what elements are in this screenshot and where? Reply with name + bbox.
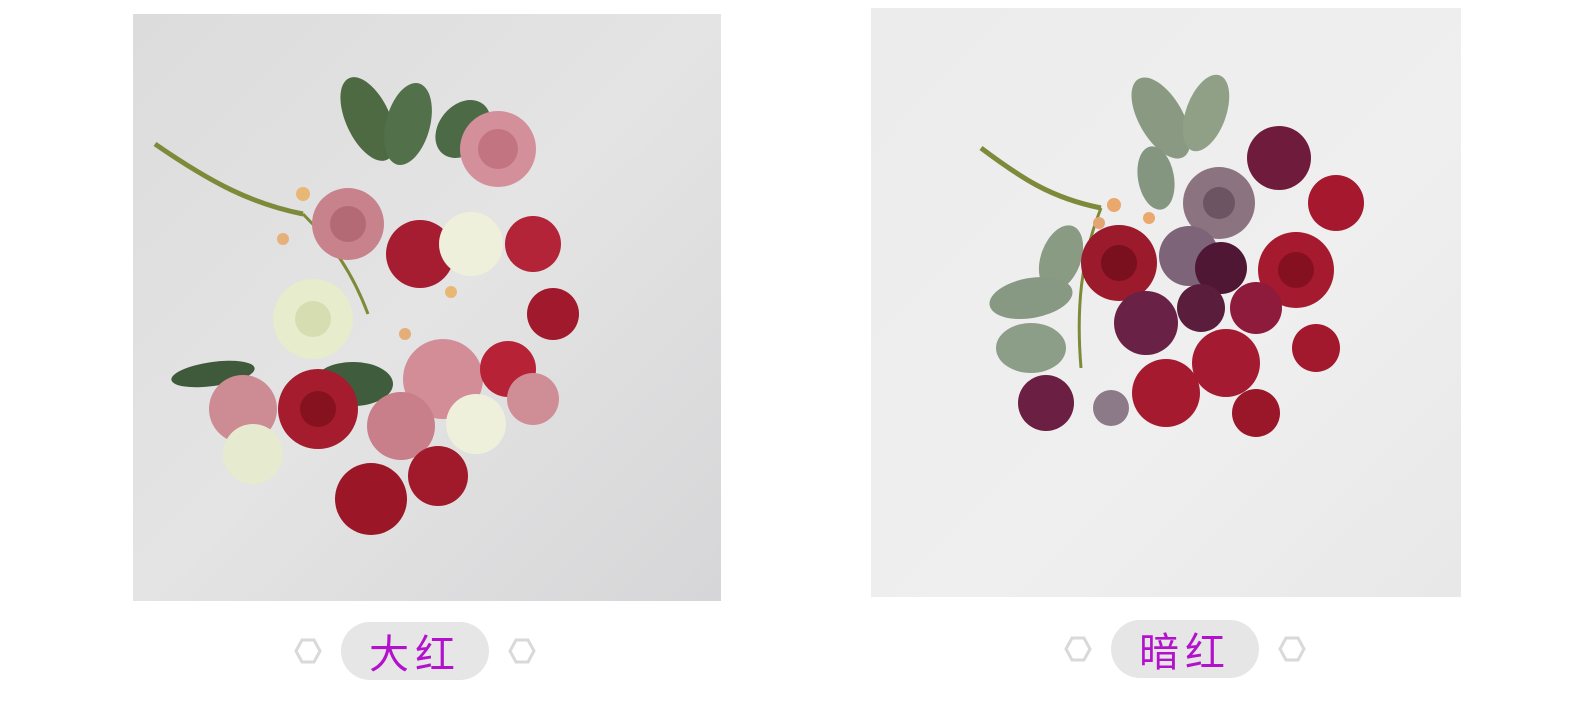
hexagon-outline-icon xyxy=(1278,636,1306,662)
color-option-button[interactable]: 大红 xyxy=(341,622,489,680)
hexagon-outline-icon xyxy=(508,638,536,664)
color-option-row: 暗红 xyxy=(1050,618,1320,680)
flower-bouquet-image xyxy=(133,14,721,601)
flower-bouquet-image xyxy=(871,8,1461,597)
product-photo[interactable] xyxy=(133,14,721,601)
hexagon-outline-icon xyxy=(294,638,322,664)
color-option-button[interactable]: 暗红 xyxy=(1111,620,1259,678)
product-photo[interactable] xyxy=(871,8,1461,597)
color-option-row: 大红 xyxy=(280,620,550,682)
hexagon-outline-icon xyxy=(1064,636,1092,662)
